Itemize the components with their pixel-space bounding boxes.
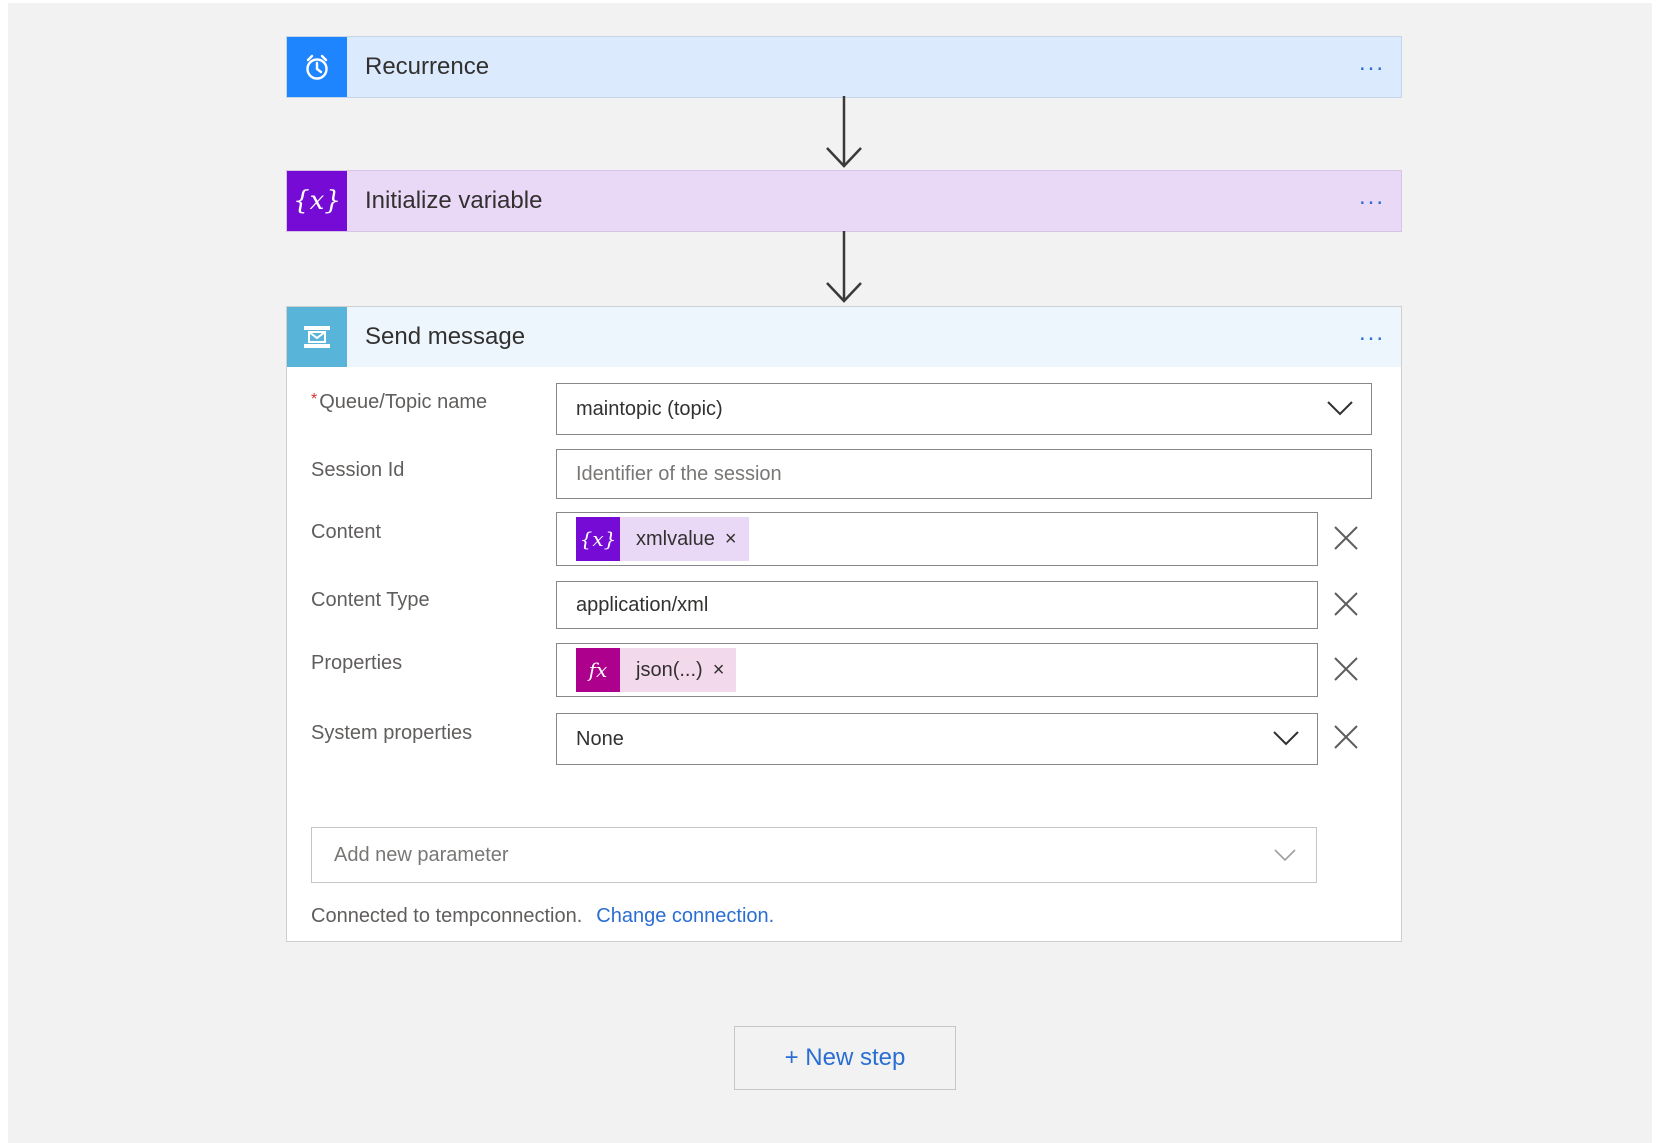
content-token[interactable]: {x} xmlvalue × (576, 517, 749, 561)
properties-input[interactable]: fx json(...) × (556, 643, 1318, 697)
properties-label: Properties (311, 652, 403, 674)
initialize-variable-title: Initialize variable (365, 187, 543, 214)
initialize-variable-header[interactable]: {x} Initialize variable ... (287, 171, 1401, 231)
initialize-variable-more-button[interactable]: ... (1359, 185, 1385, 209)
queue-topic-label: * Queue/Topic name (311, 391, 487, 414)
properties-token-remove-button[interactable]: × (713, 659, 737, 682)
chevron-down-icon (1273, 731, 1299, 746)
properties-token-icon-text: fx (588, 658, 608, 682)
recurrence-header[interactable]: Recurrence ... (287, 37, 1401, 97)
function-fx-icon: fx (576, 648, 620, 692)
content-token-label: xmlvalue (636, 527, 715, 550)
system-properties-label: System properties (311, 722, 473, 744)
properties-token[interactable]: fx json(...) × (576, 648, 737, 692)
initialize-variable-card[interactable]: {x} Initialize variable ... (286, 170, 1402, 232)
queue-topic-label-text: Queue/Topic name (319, 391, 488, 413)
add-new-parameter-placeholder: Add new parameter (334, 843, 509, 866)
session-id-input[interactable]: Identifier of the session (556, 449, 1372, 499)
new-step-button[interactable]: + New step (734, 1026, 956, 1090)
variable-icon-text: {x} (293, 186, 341, 216)
send-message-header[interactable]: Send message ... (287, 307, 1401, 367)
content-token-remove-button[interactable]: × (725, 528, 749, 551)
content-type-input[interactable]: application/xml (556, 581, 1318, 629)
alarm-clock-icon (287, 37, 347, 97)
required-marker: * (311, 391, 318, 408)
system-properties-value: None (576, 727, 624, 750)
chevron-down-icon (1274, 849, 1296, 862)
connection-info: Connected to tempconnection. Change conne… (311, 905, 774, 928)
content-label: Content (311, 521, 382, 543)
system-properties-clear-icon[interactable] (1332, 723, 1360, 751)
content-clear-icon[interactable] (1332, 524, 1360, 552)
connection-text: Connected to tempconnection. (311, 905, 583, 927)
send-message-title: Send message (365, 323, 526, 350)
send-message-more-button[interactable]: ... (1359, 321, 1385, 345)
content-input[interactable]: {x} xmlvalue × (556, 512, 1318, 566)
connector-arrow-2 (826, 231, 862, 303)
recurrence-card[interactable]: Recurrence ... (286, 36, 1402, 98)
content-type-clear-icon[interactable] (1332, 590, 1360, 618)
properties-clear-icon[interactable] (1332, 655, 1360, 683)
send-message-form: * Queue/Topic name maintopic (topic) Sess… (287, 367, 1401, 941)
queue-topic-value: maintopic (topic) (576, 397, 723, 420)
session-id-placeholder: Identifier of the session (576, 462, 782, 485)
content-type-label: Content Type (311, 589, 430, 611)
variable-braces-icon: {x} (287, 171, 347, 231)
recurrence-title: Recurrence (365, 53, 490, 80)
change-connection-link[interactable]: Change connection. (596, 905, 774, 927)
queue-topic-dropdown[interactable]: maintopic (topic) (556, 383, 1372, 435)
properties-token-label: json(...) (636, 658, 703, 681)
service-bus-icon (287, 307, 347, 367)
chevron-down-icon (1327, 401, 1353, 416)
session-id-label: Session Id (311, 459, 405, 481)
send-message-card[interactable]: Send message ... * Queue/Topic name maint… (286, 306, 1402, 942)
content-type-value: application/xml (576, 593, 709, 616)
add-new-parameter-dropdown[interactable]: Add new parameter (311, 827, 1317, 883)
system-properties-dropdown[interactable]: None (556, 713, 1318, 765)
connector-arrow-1 (826, 96, 862, 168)
content-token-icon-text: {x} (579, 527, 617, 551)
recurrence-more-button[interactable]: ... (1359, 51, 1385, 75)
variable-braces-icon: {x} (576, 517, 620, 561)
